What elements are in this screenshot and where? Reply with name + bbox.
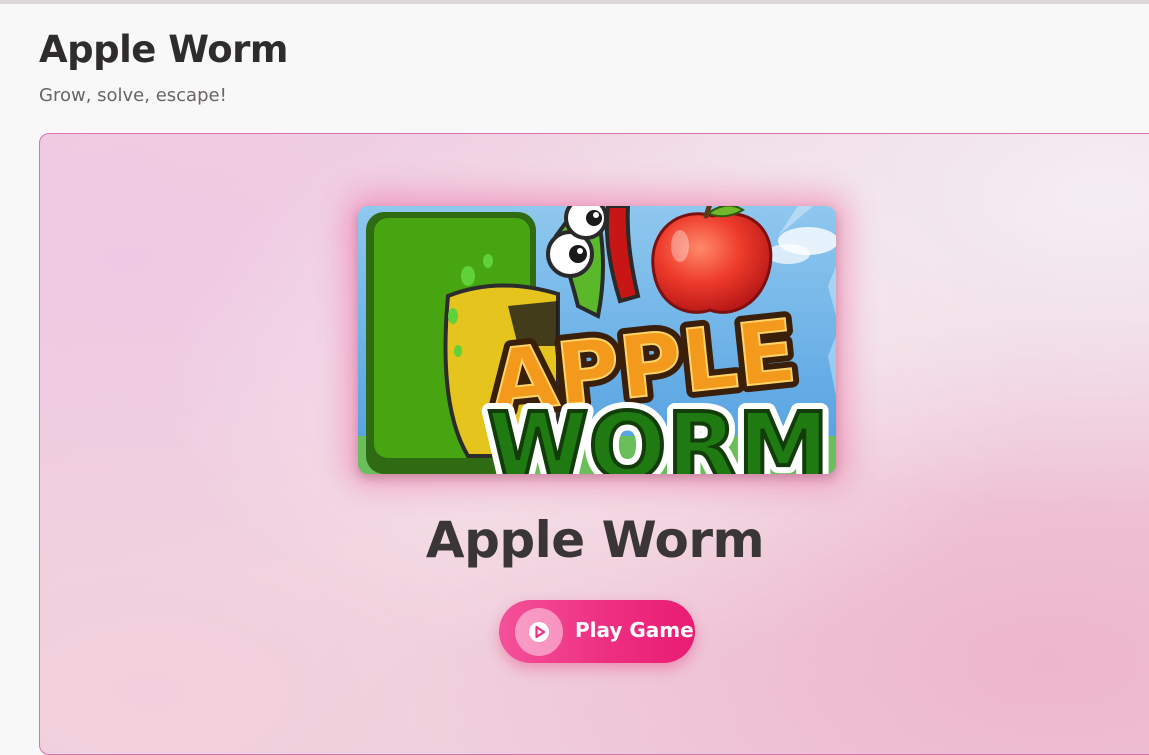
play-game-button[interactable]: Play Game (499, 600, 695, 663)
game-thumbnail-art: APPLE APPLE WORM WORM (358, 206, 836, 474)
game-thumbnail[interactable]: APPLE APPLE WORM WORM (358, 206, 836, 474)
play-game-label: Play Game (575, 618, 694, 642)
game-title: Apple Worm (425, 511, 765, 569)
thumbnail-logo-worm: WORM (487, 393, 829, 474)
page-title: Apple Worm (39, 28, 288, 71)
page-subtitle: Grow, solve, escape! (39, 85, 227, 106)
play-circle-icon (515, 608, 563, 656)
game-card: APPLE APPLE WORM WORM Apple Worm Play Ga… (39, 133, 1149, 755)
top-strip (0, 0, 1149, 4)
